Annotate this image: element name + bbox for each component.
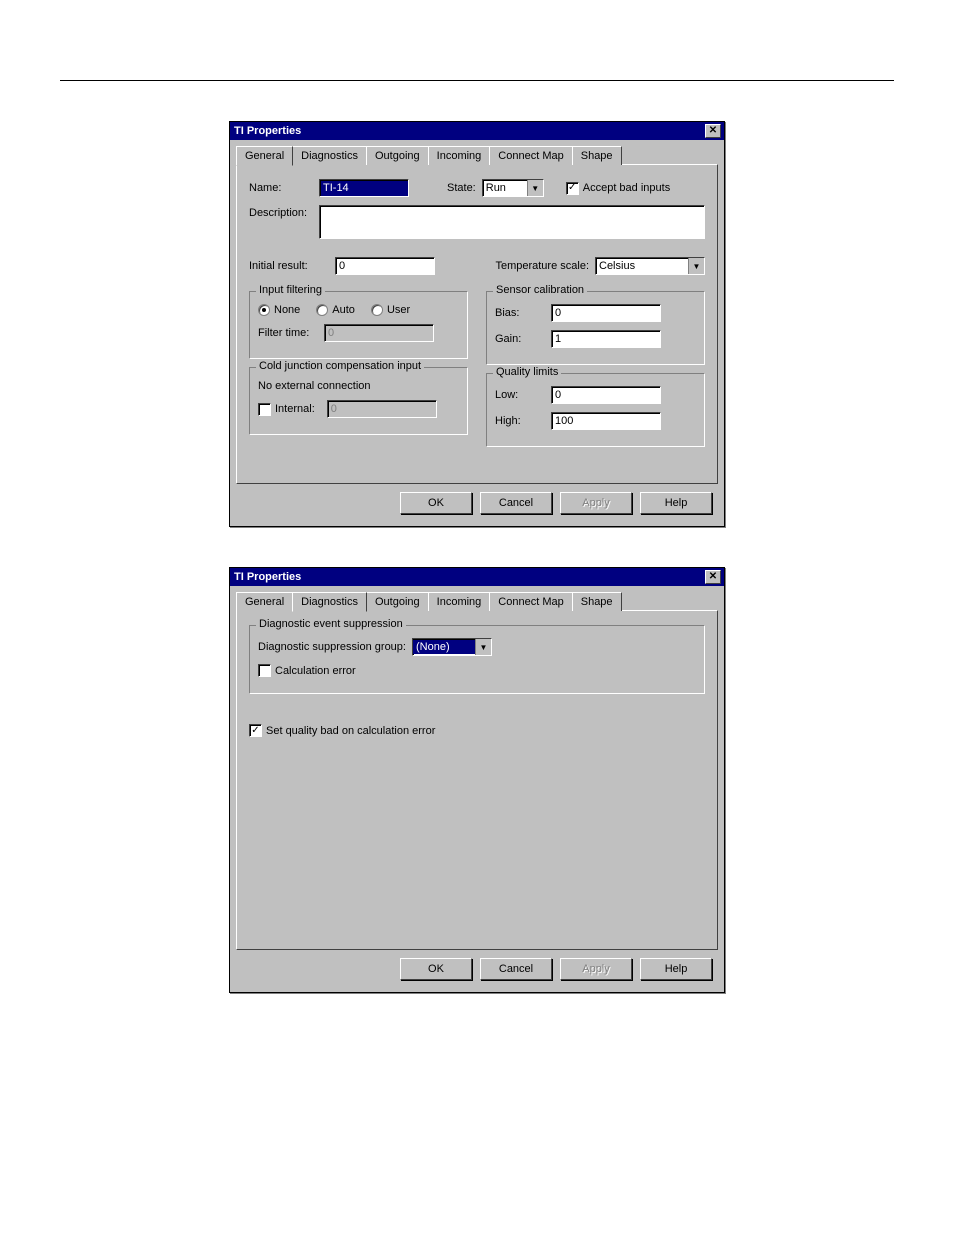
chevron-down-icon: ▼ [475, 639, 491, 655]
group-quality-limits: Quality limits Low: High: [486, 373, 705, 447]
legend-cjc: Cold junction compensation input [256, 360, 424, 372]
initial-result-input[interactable] [335, 257, 435, 275]
temp-scale-value: Celsius [596, 259, 688, 273]
supp-group-select[interactable]: (None) ▼ [412, 638, 492, 656]
label-temp-scale: Temperature scale: [495, 260, 589, 272]
internal-input [327, 400, 437, 418]
page-divider [60, 80, 894, 81]
state-value: Run [483, 181, 527, 195]
legend-quality-limits: Quality limits [493, 366, 561, 378]
state-select[interactable]: Run ▼ [482, 179, 544, 197]
label-supp-group: Diagnostic suppression group: [258, 641, 406, 653]
supp-group-value: (None) [413, 640, 475, 654]
button-row: OK Cancel Apply Help [236, 950, 718, 986]
set-quality-checkbox[interactable]: ✓ Set quality bad on calculation error [249, 724, 435, 737]
chevron-down-icon: ▼ [688, 258, 704, 274]
accept-bad-checkbox[interactable]: ✓ Accept bad inputs [566, 182, 670, 195]
ok-button[interactable]: OK [400, 958, 472, 980]
cancel-button[interactable]: Cancel [480, 492, 552, 514]
tab-general[interactable]: General [236, 146, 293, 166]
internal-checkbox[interactable]: Internal: [258, 403, 315, 416]
high-input[interactable] [551, 412, 661, 430]
tab-incoming[interactable]: Incoming [428, 592, 491, 611]
tab-connect-map[interactable]: Connect Map [489, 146, 572, 165]
tab-strip: General Diagnostics Outgoing Incoming Co… [236, 146, 718, 165]
ok-button[interactable]: OK [400, 492, 472, 514]
label-bias: Bias: [495, 307, 545, 319]
description-input[interactable] [319, 205, 705, 239]
radio-user[interactable]: User [371, 304, 410, 316]
label-initial-result: Initial result: [249, 260, 329, 272]
chevron-down-icon: ▼ [527, 180, 543, 196]
tab-outgoing[interactable]: Outgoing [366, 592, 429, 611]
group-cjc: Cold junction compensation input No exte… [249, 367, 468, 435]
label-state: State: [447, 182, 476, 194]
gain-input[interactable] [551, 330, 661, 348]
dialog-ti-properties-diagnostics: TI Properties ✕ General Diagnostics Outg… [229, 567, 725, 993]
radio-auto[interactable]: Auto [316, 304, 355, 316]
group-input-filtering: Input filtering None Auto [249, 291, 468, 359]
label-high: High: [495, 415, 545, 427]
bias-input[interactable] [551, 304, 661, 322]
label-gain: Gain: [495, 333, 545, 345]
title-text: TI Properties [234, 571, 705, 583]
checkbox-icon: ✓ [566, 182, 579, 195]
checkbox-icon: ✓ [249, 724, 262, 737]
calc-error-checkbox[interactable]: Calculation error [258, 664, 356, 677]
apply-button: Apply [560, 492, 632, 514]
apply-button: Apply [560, 958, 632, 980]
legend-input-filtering: Input filtering [256, 284, 325, 296]
group-diag-suppression: Diagnostic event suppression Diagnostic … [249, 625, 705, 694]
accept-bad-label: Accept bad inputs [583, 182, 670, 194]
titlebar: TI Properties ✕ [230, 568, 724, 586]
checkbox-icon [258, 664, 271, 677]
legend-diag-suppression: Diagnostic event suppression [256, 618, 406, 630]
tab-outgoing[interactable]: Outgoing [366, 146, 429, 165]
tab-connect-map[interactable]: Connect Map [489, 592, 572, 611]
titlebar: TI Properties ✕ [230, 122, 724, 140]
tab-diagnostics[interactable]: Diagnostics [292, 146, 367, 165]
no-external-text: No external connection [258, 380, 371, 392]
help-button[interactable]: Help [640, 492, 712, 514]
tab-diagnostics[interactable]: Diagnostics [292, 592, 367, 612]
button-row: OK Cancel Apply Help [236, 484, 718, 520]
checkbox-icon [258, 403, 271, 416]
filter-time-input [324, 324, 434, 342]
close-icon[interactable]: ✕ [705, 124, 721, 138]
label-low: Low: [495, 389, 545, 401]
label-description: Description: [249, 205, 313, 219]
tab-shape[interactable]: Shape [572, 146, 622, 165]
title-text: TI Properties [234, 125, 705, 137]
name-input[interactable] [319, 179, 409, 197]
temp-scale-select[interactable]: Celsius ▼ [595, 257, 705, 275]
low-input[interactable] [551, 386, 661, 404]
radio-none[interactable]: None [258, 304, 300, 316]
dialog-ti-properties-general: TI Properties ✕ General Diagnostics Outg… [229, 121, 725, 527]
help-button[interactable]: Help [640, 958, 712, 980]
tab-shape[interactable]: Shape [572, 592, 622, 611]
tab-strip: General Diagnostics Outgoing Incoming Co… [236, 592, 718, 611]
group-sensor-cal: Sensor calibration Bias: Gain: [486, 291, 705, 365]
cancel-button[interactable]: Cancel [480, 958, 552, 980]
tab-incoming[interactable]: Incoming [428, 146, 491, 165]
label-filter-time: Filter time: [258, 327, 318, 339]
close-icon[interactable]: ✕ [705, 570, 721, 584]
tab-general[interactable]: General [236, 592, 293, 611]
label-name: Name: [249, 182, 313, 194]
legend-sensor-cal: Sensor calibration [493, 284, 587, 296]
tab-panel-general: Name: State: Run ▼ ✓ Accept bad inputs [236, 164, 718, 484]
tab-panel-diagnostics: Diagnostic event suppression Diagnostic … [236, 610, 718, 950]
